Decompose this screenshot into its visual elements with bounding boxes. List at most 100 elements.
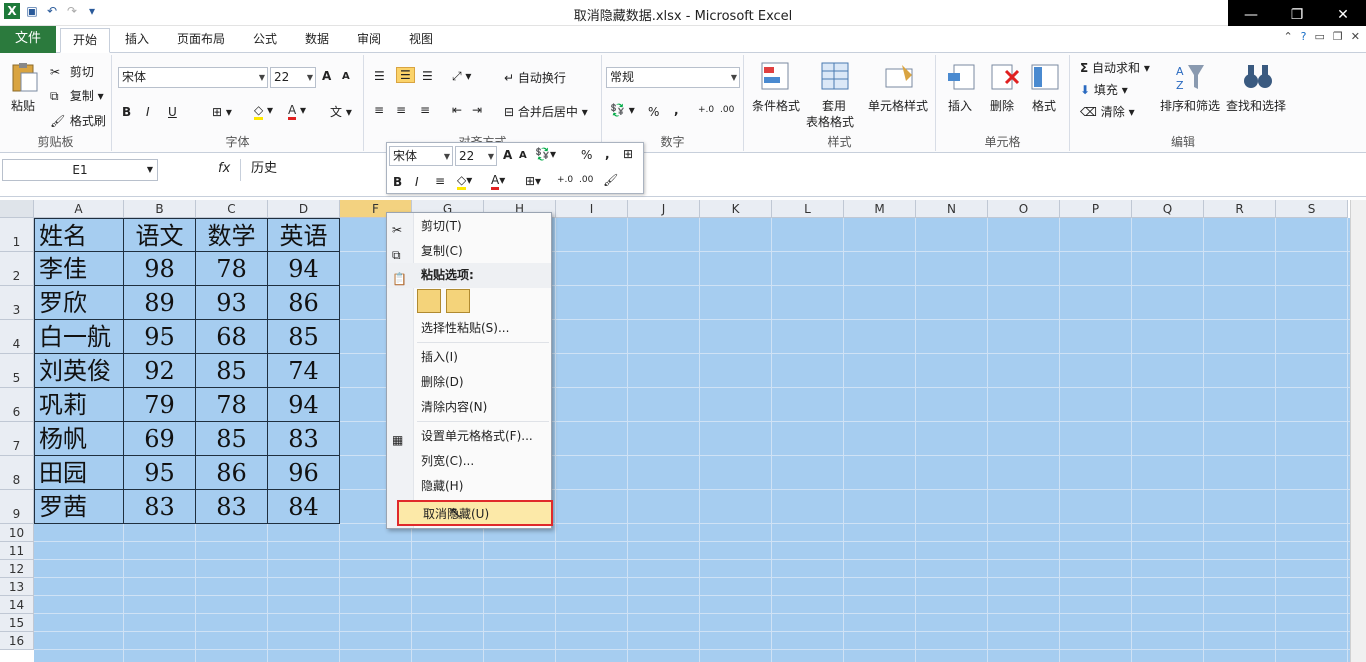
font-size-combo[interactable]: 22 ▼: [270, 67, 316, 88]
phonetic-button[interactable]: 文 ▾: [330, 103, 352, 120]
column-header-r[interactable]: R: [1204, 200, 1276, 218]
tab-data[interactable]: 数据: [294, 28, 340, 53]
cell-b8[interactable]: 95: [124, 456, 196, 490]
cell-area[interactable]: 姓名 语文 数学 英语 李佳 98 78 94 罗欣 89 93 86 白一航 95 68 85 刘英俊 92 85…: [34, 218, 1350, 662]
cell-c5[interactable]: 85: [196, 354, 268, 388]
orientation-button[interactable]: ⤢ ▾: [452, 69, 471, 84]
format-cells-button[interactable]: 格式: [1032, 97, 1056, 114]
cell-a3[interactable]: 罗欣: [34, 286, 124, 320]
menu-item-unhide[interactable]: 取消隐藏(U): [397, 500, 553, 526]
cell-c6[interactable]: 78: [196, 388, 268, 422]
column-header-j[interactable]: J: [628, 200, 700, 218]
column-header-i[interactable]: I: [556, 200, 628, 218]
column-header-a[interactable]: A: [34, 200, 124, 218]
cell-d6[interactable]: 94: [268, 388, 340, 422]
row-header-4[interactable]: 4: [0, 320, 34, 354]
row-header-12[interactable]: 12: [0, 560, 34, 578]
table-format-label-2[interactable]: 表格格式: [806, 113, 854, 130]
tab-view[interactable]: 视图: [398, 28, 444, 53]
menu-item-clear-contents[interactable]: 清除内容(N): [387, 395, 551, 420]
insert-function-button[interactable]: fx: [218, 161, 230, 176]
font-color-button[interactable]: A ▾: [288, 103, 306, 120]
table-format-label-1[interactable]: 套用: [822, 97, 846, 114]
align-bottom-button[interactable]: ☰: [422, 69, 433, 83]
cell-c4[interactable]: 68: [196, 320, 268, 354]
comma-button[interactable]: ,: [674, 103, 679, 117]
help-icon[interactable]: ?: [1301, 30, 1307, 43]
font-name-combo[interactable]: 宋体 ▼: [118, 67, 268, 88]
cell-d9[interactable]: 84: [268, 490, 340, 524]
cell-b4[interactable]: 95: [124, 320, 196, 354]
tab-insert[interactable]: 插入: [114, 28, 160, 53]
cell-d8[interactable]: 96: [268, 456, 340, 490]
border-button[interactable]: ⊞ ▾: [212, 105, 232, 119]
collapse-ribbon-icon[interactable]: ⌃: [1283, 30, 1292, 43]
copy-button[interactable]: ⧉ 复制 ▾: [50, 87, 104, 105]
row-header-14[interactable]: 14: [0, 596, 34, 614]
cell-b9[interactable]: 83: [124, 490, 196, 524]
cell-d7[interactable]: 83: [268, 422, 340, 456]
mini-font-combo[interactable]: 宋体 ▼: [389, 146, 453, 166]
cell-a1[interactable]: 姓名: [34, 218, 124, 252]
tab-home[interactable]: 开始: [60, 28, 110, 53]
row-header-11[interactable]: 11: [0, 542, 34, 560]
insert-cells-button[interactable]: 插入: [948, 97, 972, 114]
cell-c2[interactable]: 78: [196, 252, 268, 286]
row-header-16[interactable]: 16: [0, 632, 34, 650]
cell-c3[interactable]: 93: [196, 286, 268, 320]
doc-restore-icon[interactable]: ❐: [1333, 30, 1343, 43]
row-header-8[interactable]: 8: [0, 456, 34, 490]
mini-align-center-icon[interactable]: ≡: [435, 174, 445, 188]
mini-shrink-font-icon[interactable]: A: [519, 150, 527, 161]
grow-font-button[interactable]: A: [322, 69, 331, 83]
row-header-13[interactable]: 13: [0, 578, 34, 596]
paste-values-icon[interactable]: [446, 289, 470, 313]
mini-size-combo[interactable]: 22 ▼: [455, 146, 497, 166]
mini-comma-button[interactable]: ,: [605, 147, 610, 161]
mini-font-color-icon[interactable]: A▾: [491, 173, 505, 190]
row-header-9[interactable]: 9: [0, 490, 34, 524]
fill-button[interactable]: ⬇ 填充 ▾: [1080, 81, 1128, 98]
tab-page-layout[interactable]: 页面布局: [168, 28, 234, 53]
increase-decimal-button[interactable]: +.0: [698, 105, 714, 115]
row-header-2[interactable]: 2: [0, 252, 34, 286]
cell-a7[interactable]: 杨帆: [34, 422, 124, 456]
row-header-10[interactable]: 10: [0, 524, 34, 542]
cell-a6[interactable]: 巩莉: [34, 388, 124, 422]
cell-b2[interactable]: 98: [124, 252, 196, 286]
menu-item-cut[interactable]: ✂ 剪切(T): [387, 214, 551, 239]
vertical-scrollbar[interactable]: [1350, 200, 1366, 662]
cell-b6[interactable]: 79: [124, 388, 196, 422]
mini-border-icon[interactable]: ⊞▾: [525, 174, 541, 188]
mini-table-format-icon[interactable]: ⊞: [623, 147, 633, 161]
cell-b1[interactable]: 语文: [124, 218, 196, 252]
cell-d4[interactable]: 85: [268, 320, 340, 354]
row-header-3[interactable]: 3: [0, 286, 34, 320]
row-header-7[interactable]: 7: [0, 422, 34, 456]
mini-fill-color-icon[interactable]: ◇▾: [457, 173, 472, 190]
format-painter-button[interactable]: 🖌 格式刷: [50, 112, 106, 130]
align-top-button[interactable]: ☰: [374, 69, 385, 83]
autosum-button[interactable]: Σ 自动求和 ▾: [1080, 59, 1150, 76]
cell-a9[interactable]: 罗茜: [34, 490, 124, 524]
cell-b7[interactable]: 69: [124, 422, 196, 456]
column-header-l[interactable]: L: [772, 200, 844, 218]
menu-item-paste-special[interactable]: 选择性粘贴(S)...: [387, 316, 551, 341]
menu-item-delete[interactable]: 删除(D): [387, 370, 551, 395]
align-middle-button[interactable]: ☰: [396, 67, 415, 83]
wrap-text-button[interactable]: ↵ 自动换行: [504, 69, 566, 86]
cell-d5[interactable]: 74: [268, 354, 340, 388]
indent-increase-button[interactable]: ⇥: [472, 103, 482, 117]
column-header-q[interactable]: Q: [1132, 200, 1204, 218]
accounting-button[interactable]: 💱 ▾: [610, 103, 635, 117]
conditional-format-button[interactable]: 条件格式: [752, 97, 800, 114]
row-header-15[interactable]: 15: [0, 614, 34, 632]
menu-item-copy[interactable]: ⧉ 复制(C): [387, 239, 551, 264]
cell-c9[interactable]: 83: [196, 490, 268, 524]
align-center-button[interactable]: ≡: [396, 103, 406, 117]
cell-styles-button[interactable]: 单元格样式: [868, 97, 928, 114]
cell-a8[interactable]: 田园: [34, 456, 124, 490]
cell-a5[interactable]: 刘英俊: [34, 354, 124, 388]
mini-format-painter-icon[interactable]: 🖌: [603, 173, 618, 187]
mini-italic-icon[interactable]: I: [415, 175, 419, 189]
